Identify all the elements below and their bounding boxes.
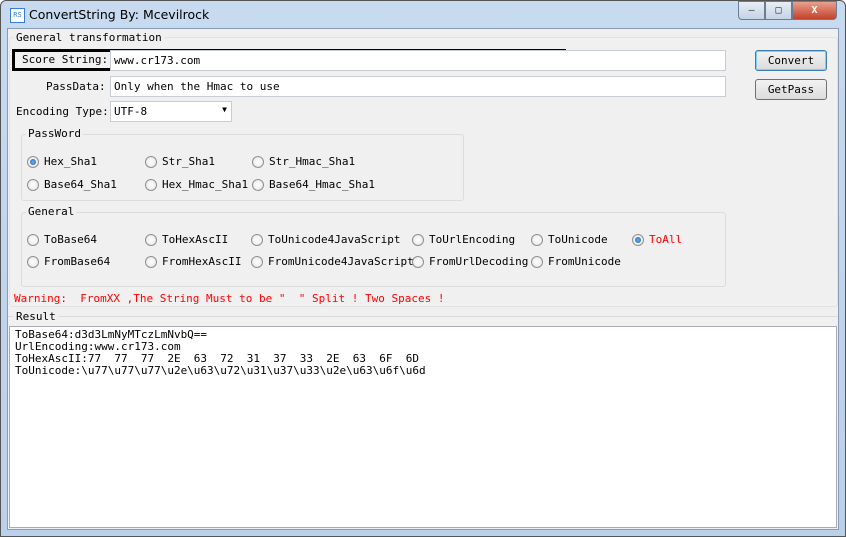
radio-label: Base64_Sha1 xyxy=(44,178,117,191)
result-textarea[interactable]: ToBase64:d3d3LmNyMTczLmNvbQ== UrlEncodin… xyxy=(9,326,837,528)
radio-str-hmac-sha1[interactable]: Str_Hmac_Sha1 xyxy=(252,155,355,168)
radio-circle xyxy=(632,233,644,246)
result-divider xyxy=(8,316,838,317)
radio-label: FromBase64 xyxy=(44,255,111,268)
encoding-type-label: Encoding Type: xyxy=(16,105,109,118)
radio-circle xyxy=(412,255,424,268)
radio-circle xyxy=(27,233,39,246)
radio-label: ToAll xyxy=(649,233,683,246)
encoding-type-select[interactable]: UTF-8 ▼ xyxy=(110,101,232,122)
radio-circle xyxy=(27,178,39,191)
score-string-input[interactable]: www.cr173.com xyxy=(110,50,726,71)
radio-circle xyxy=(412,233,424,246)
radio-circle xyxy=(27,155,39,168)
radio-fromunicode[interactable]: FromUnicode xyxy=(531,255,621,268)
radio-fromunicode4javascript[interactable]: FromUnicode4JavaScript xyxy=(251,255,414,268)
passdata-label: PassData: xyxy=(46,80,106,93)
radio-circle xyxy=(251,255,263,268)
result-title: Result xyxy=(14,310,58,323)
radio-toall[interactable]: ToAll xyxy=(632,233,682,246)
radio-tourlencoding[interactable]: ToUrlEncoding xyxy=(412,233,515,246)
radio-circle xyxy=(145,155,157,168)
radio-label: FromUrlDecoding xyxy=(429,255,529,268)
radio-fromurldecoding[interactable]: FromUrlDecoding xyxy=(412,255,528,268)
general-transformation-title: General transformation xyxy=(14,31,164,44)
radio-circle xyxy=(531,255,543,268)
radio-base64-hmac-sha1[interactable]: Base64_Hmac_Sha1 xyxy=(252,178,375,191)
radio-circle xyxy=(145,178,157,191)
radio-label: FromUnicode xyxy=(548,255,621,268)
radio-tounicode4javascript[interactable]: ToUnicode4JavaScript xyxy=(251,233,400,246)
radio-label: FromHexAscII xyxy=(162,255,242,268)
radio-label: ToUrlEncoding xyxy=(429,233,516,246)
radio-label: ToUnicode xyxy=(548,233,608,246)
radio-circle xyxy=(27,255,39,268)
minimize-button[interactable]: — xyxy=(738,1,765,20)
radio-base64-sha1[interactable]: Base64_Sha1 xyxy=(27,178,117,191)
password-group-title: PassWord xyxy=(26,127,83,140)
radio-circle xyxy=(531,233,543,246)
radio-frombase64[interactable]: FromBase64 xyxy=(27,255,110,268)
radio-label: ToHexAscII xyxy=(162,233,229,246)
warning-text: Warning: FromXX ,The String Must to be "… xyxy=(14,292,445,305)
window-title: ConvertString By: Mcevilrock xyxy=(29,7,210,22)
radio-hex-hmac-sha1[interactable]: Hex_Hmac_Sha1 xyxy=(145,178,248,191)
passdata-input[interactable]: Only when the Hmac to use xyxy=(110,76,726,97)
app-icon: RS xyxy=(10,8,25,23)
radio-label: Str_Hmac_Sha1 xyxy=(269,155,356,168)
radio-tounicode[interactable]: ToUnicode xyxy=(531,233,608,246)
radio-tobase64[interactable]: ToBase64 xyxy=(27,233,97,246)
radio-label: Base64_Hmac_Sha1 xyxy=(269,178,375,191)
maximize-button[interactable]: □ xyxy=(765,1,792,20)
encoding-value: UTF-8 xyxy=(114,105,148,118)
radio-str-sha1[interactable]: Str_Sha1 xyxy=(145,155,215,168)
radio-label: Str_Sha1 xyxy=(162,155,215,168)
client-area: General transformation Score String: www… xyxy=(7,28,839,530)
close-button[interactable]: X xyxy=(792,1,837,20)
radio-label: Hex_Sha1 xyxy=(44,155,97,168)
radio-circle xyxy=(145,255,157,268)
radio-circle xyxy=(252,178,264,191)
radio-label: ToUnicode4JavaScript xyxy=(268,233,401,246)
radio-circle xyxy=(251,233,263,246)
general-group-title: General xyxy=(26,205,77,218)
radio-label: FromUnicode4JavaScript xyxy=(268,255,414,268)
chevron-down-icon: ▼ xyxy=(222,105,227,114)
radio-label: Hex_Hmac_Sha1 xyxy=(162,178,249,191)
radio-tohexascii[interactable]: ToHexAscII xyxy=(145,233,228,246)
radio-hex-sha1[interactable]: Hex_Sha1 xyxy=(27,155,97,168)
score-string-label: Score String: xyxy=(22,53,109,66)
convert-button[interactable]: Convert xyxy=(755,50,827,71)
radio-fromhexascii[interactable]: FromHexAscII xyxy=(145,255,241,268)
radio-circle xyxy=(252,155,264,168)
getpass-button[interactable]: GetPass xyxy=(755,79,827,100)
radio-label: ToBase64 xyxy=(44,233,97,246)
radio-circle xyxy=(145,233,157,246)
general-group xyxy=(21,212,726,287)
